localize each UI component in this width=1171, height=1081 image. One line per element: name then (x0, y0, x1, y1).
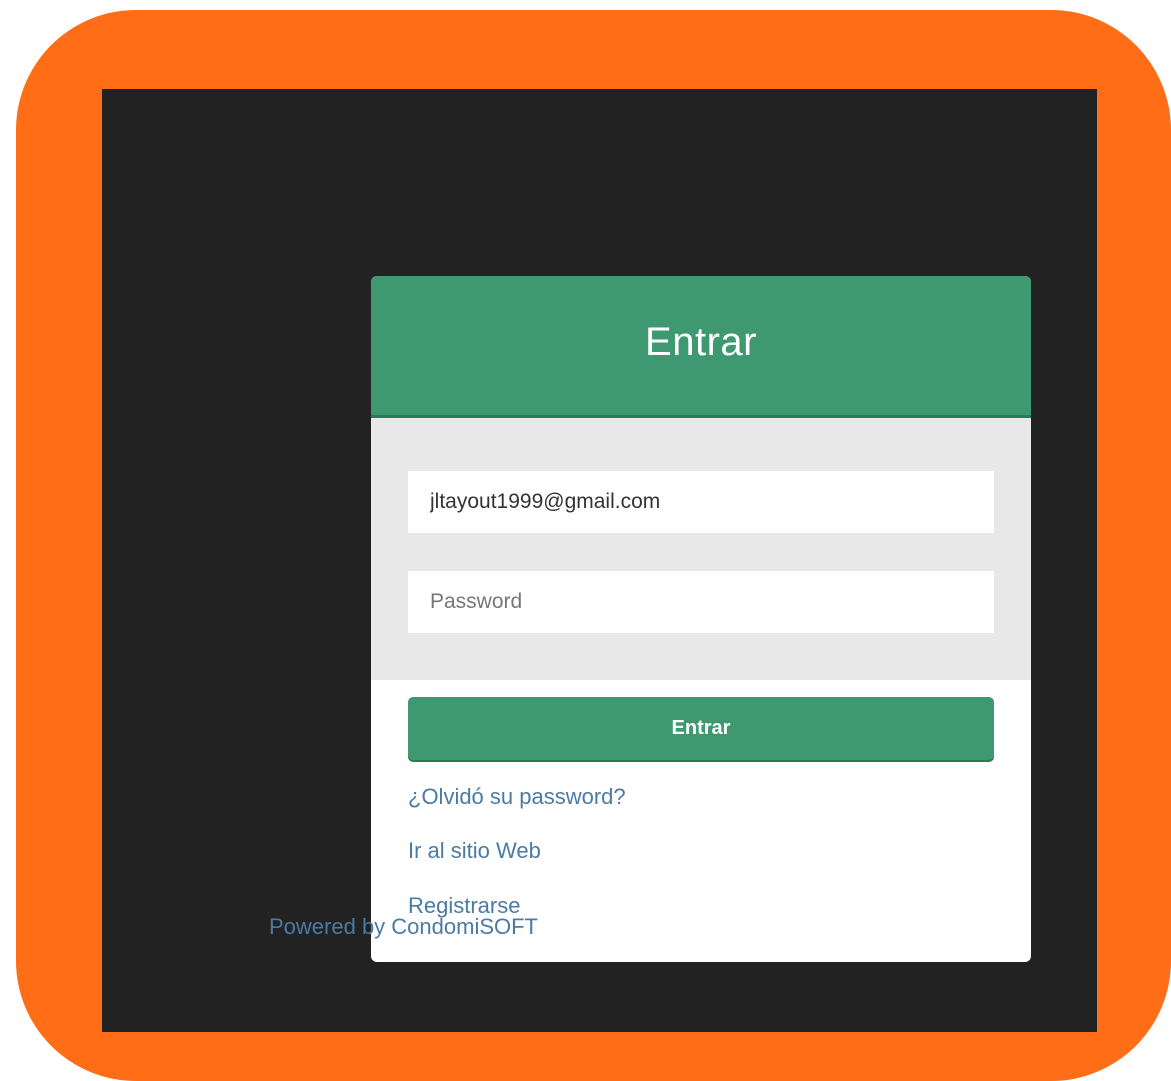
login-screen: Entrar Entrar ¿Olvidó su password? Ir al… (102, 89, 1097, 1032)
website-link[interactable]: Ir al sitio Web (408, 838, 541, 864)
password-field[interactable] (408, 571, 994, 633)
email-field[interactable] (408, 471, 994, 533)
login-button[interactable]: Entrar (408, 697, 994, 760)
login-card: Entrar Entrar ¿Olvidó su password? Ir al… (371, 276, 1031, 962)
login-title: Entrar (645, 320, 757, 364)
login-form-body (371, 418, 1031, 680)
forgot-password-link[interactable]: ¿Olvidó su password? (408, 784, 626, 810)
login-header: Entrar (371, 276, 1031, 418)
powered-by-link[interactable]: Powered by CondomiSOFT (269, 914, 538, 940)
